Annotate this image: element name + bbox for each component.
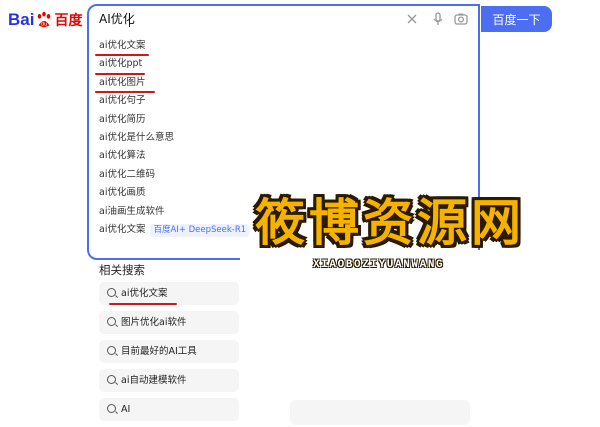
suggestion-item[interactable]: ai优化简历	[99, 111, 469, 129]
search-button[interactable]: 百度一下	[481, 6, 552, 32]
search-icon	[107, 375, 116, 384]
baidu-logo[interactable]: Bai du 百度	[8, 6, 82, 34]
deepseek-badge: 百度AI+ DeepSeek-R1	[150, 223, 250, 237]
suggestion-item[interactable]: ai优化二维码	[99, 166, 469, 184]
suggestion-item[interactable]: ai优化算法	[99, 147, 469, 165]
close-icon[interactable]	[404, 11, 420, 27]
svg-text:du: du	[41, 21, 48, 27]
related-item[interactable]: ai优化文案	[99, 282, 239, 305]
related-item[interactable]: 目前最好的AI工具	[99, 340, 239, 363]
related-searches-list: ai优化文案 图片优化ai软件 目前最好的AI工具 ai自动建模软件 AI	[99, 282, 239, 427]
related-searches-title: 相关搜索	[99, 263, 145, 277]
red-underline	[109, 303, 177, 305]
related-item-partial[interactable]	[290, 400, 470, 425]
related-item[interactable]: ai自动建模软件	[99, 369, 239, 392]
suggestion-item[interactable]: ai优化句子	[99, 92, 469, 110]
text-caret	[129, 13, 130, 27]
search-input[interactable]: AI优化	[99, 10, 389, 30]
microphone-icon[interactable]	[430, 11, 446, 27]
suggestion-item[interactable]: ai优化是什么意思	[99, 129, 469, 147]
camera-icon[interactable]	[453, 11, 469, 27]
suggestion-item[interactable]: ai优化文案	[95, 37, 469, 57]
logo-text-bai: Bai	[8, 10, 35, 29]
watermark: 筱博资源网 XIAOBOZIYUANWANG	[255, 183, 585, 278]
search-icon	[107, 346, 116, 355]
watermark-chinese: 筱博资源网	[255, 194, 525, 252]
related-item[interactable]: AI	[99, 398, 239, 421]
paw-icon: du	[38, 11, 51, 27]
search-icon	[107, 317, 116, 326]
suggestion-item[interactable]: ai优化ppt	[95, 55, 469, 75]
search-icon	[107, 288, 116, 297]
suggestion-item[interactable]: ai优化图片	[95, 74, 469, 94]
search-bar: AI优化	[89, 6, 478, 34]
watermark-pinyin: XIAOBOZIYUANWANG	[313, 259, 445, 271]
logo-text-du: 百度	[54, 13, 83, 29]
search-icon	[107, 404, 116, 413]
related-item[interactable]: 图片优化ai软件	[99, 311, 239, 334]
